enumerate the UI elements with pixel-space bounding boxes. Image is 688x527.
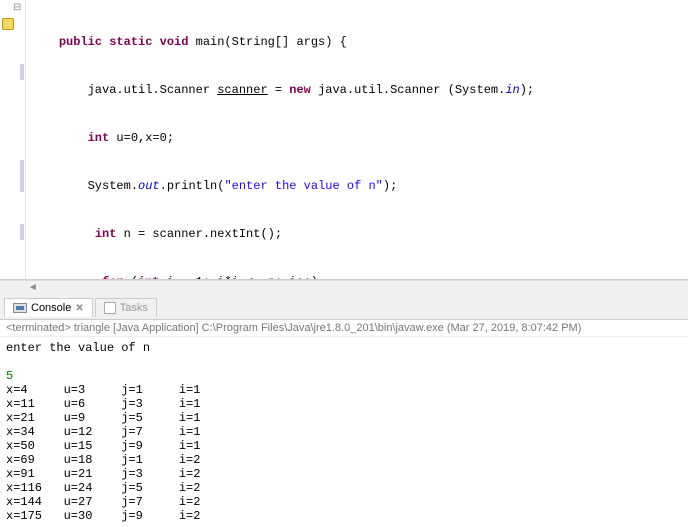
fold-icon[interactable]: ⊟ xyxy=(13,2,21,14)
code-content[interactable]: public static void main(String[] args) {… xyxy=(0,0,688,280)
tab-console[interactable]: Console ✕ xyxy=(4,298,93,317)
code-line: int n = scanner.nextInt(); xyxy=(30,226,688,242)
code-editor[interactable]: ⊟ public static void main(String[] args)… xyxy=(0,0,688,280)
close-icon[interactable]: ✕ xyxy=(75,303,83,314)
console-output-row: x=4 u=3 j=1 i=1 xyxy=(6,383,682,397)
tab-label: Tasks xyxy=(120,302,148,314)
code-line: java.util.Scanner scanner = new java.uti… xyxy=(30,82,688,98)
marker-bar xyxy=(20,224,24,240)
console-output-row: x=11 u=6 j=3 i=1 xyxy=(6,397,682,411)
warning-icon xyxy=(2,18,14,30)
marker-bar xyxy=(20,64,24,80)
horizontal-scrollbar[interactable]: ◄ xyxy=(0,280,688,296)
editor-gutter: ⊟ xyxy=(0,0,26,279)
console-blank xyxy=(6,355,682,369)
console-output-row: x=69 u=18 j=1 i=2 xyxy=(6,453,682,467)
console-output-row: x=34 u=12 j=7 i=1 xyxy=(6,425,682,439)
console-output-row: x=91 u=21 j=3 i=2 xyxy=(6,467,682,481)
console-line: enter the value of n xyxy=(6,341,682,355)
console-terminated-header: <terminated> triangle [Java Application]… xyxy=(0,320,688,337)
console-output[interactable]: enter the value of n 5 x=4 u=3 j=1 i=1x=… xyxy=(0,337,688,527)
marker-bar xyxy=(20,160,24,192)
console-output-row: x=21 u=9 j=5 i=1 xyxy=(6,411,682,425)
tab-label: Console xyxy=(31,302,71,314)
code-line: public static void main(String[] args) { xyxy=(30,34,688,50)
scroll-left-icon[interactable]: ◄ xyxy=(30,283,36,294)
tasks-icon xyxy=(104,302,116,314)
console-input-line: 5 xyxy=(6,369,682,383)
code-line: int u=0,x=0; xyxy=(30,130,688,146)
console-output-row: x=116 u=24 j=5 i=2 xyxy=(6,481,682,495)
console-output-row: x=50 u=15 j=9 i=1 xyxy=(6,439,682,453)
console-icon xyxy=(13,303,27,313)
tab-tasks[interactable]: Tasks xyxy=(95,298,157,317)
bottom-tabs: Console ✕ Tasks xyxy=(0,296,688,320)
console-output-row: x=144 u=27 j=7 i=2 xyxy=(6,495,682,509)
code-line: System.out.println("enter the value of n… xyxy=(30,178,688,194)
console-output-row: x=175 u=30 j=9 i=2 xyxy=(6,509,682,523)
